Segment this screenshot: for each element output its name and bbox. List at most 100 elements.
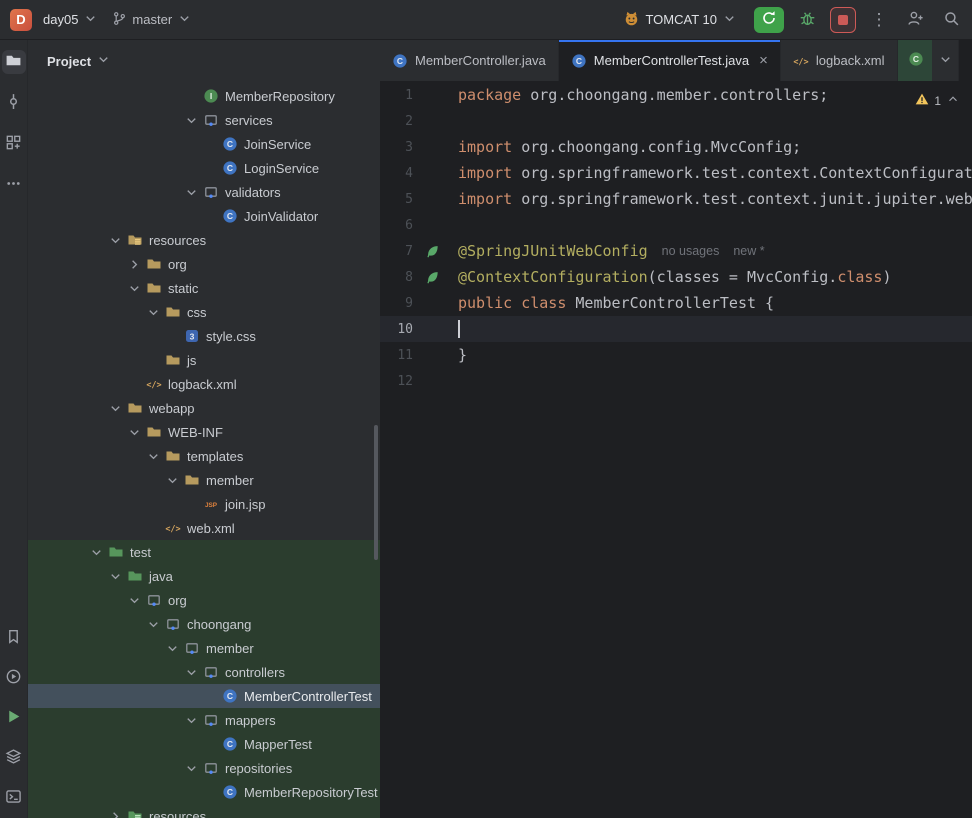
code-text: package org.choongang.member.controllers… [458, 86, 829, 104]
project-selector[interactable]: day05 [36, 7, 105, 33]
tree-item-mappers[interactable]: mappers [28, 708, 380, 732]
tool-window-button-project[interactable] [1, 50, 26, 74]
editor-tab-logback-xml[interactable]: </> logback.xml [780, 40, 898, 81]
chevron-right-icon[interactable] [108, 808, 127, 818]
code-with-me-button[interactable] [902, 7, 928, 33]
code-line-10[interactable]: 10 [380, 316, 972, 342]
chevron-down-icon[interactable] [146, 304, 165, 320]
chevron-right-icon[interactable] [127, 256, 146, 272]
package-icon [203, 184, 219, 200]
tree-item-js[interactable]: js [28, 348, 380, 372]
code-line-11[interactable]: 11} [380, 342, 972, 368]
chevron-down-icon[interactable] [108, 232, 127, 248]
tree-item-choongang[interactable]: choongang [28, 612, 380, 636]
stop-button[interactable] [830, 6, 856, 33]
tree-item-label: join.jsp [225, 496, 266, 512]
tree-item-member[interactable]: member [28, 468, 380, 492]
tree-item-joinvalidator[interactable]: C JoinValidator [28, 204, 380, 228]
tool-window-button-terminal[interactable] [2, 786, 26, 810]
run-configuration-selector[interactable]: TOMCAT 10 [616, 6, 744, 34]
inspection-widget[interactable]: 1 [911, 90, 964, 111]
chevron-down-icon[interactable] [165, 472, 184, 488]
chevron-down-icon[interactable] [89, 544, 108, 560]
rerun-button[interactable] [754, 6, 784, 33]
hidden-tabs-button[interactable] [932, 40, 958, 81]
chevron-down-icon[interactable] [184, 112, 203, 128]
tree-item-validators[interactable]: validators [28, 180, 380, 204]
code-line-4[interactable]: 4 import org.springframework.test.context… [380, 160, 972, 186]
chevron-down-icon[interactable] [146, 448, 165, 464]
tree-item-templates[interactable]: templates [28, 444, 380, 468]
tree-item-membercontrollertest[interactable]: C MemberControllerTest [28, 684, 380, 708]
tool-window-button-bookmarks[interactable] [2, 626, 26, 650]
commit-icon [5, 93, 22, 113]
search-everywhere-button[interactable] [938, 7, 964, 33]
code-line-9[interactable]: 9 public class MemberControllerTest { [380, 290, 972, 316]
tool-window-button-build[interactable] [2, 746, 26, 770]
package-icon [203, 664, 219, 680]
chevron-down-icon[interactable] [165, 640, 184, 656]
tree-item-join-jsp[interactable]: JSP join.jsp [28, 492, 380, 516]
chevron-down-icon[interactable] [184, 184, 203, 200]
spring-bean-gutter-icon[interactable] [413, 244, 458, 259]
overflow-tab[interactable]: C [898, 40, 932, 81]
code-line-5[interactable]: 5 import org.springframework.test.context… [380, 186, 972, 212]
project-panel-header[interactable]: Project [28, 40, 380, 82]
tree-item-mappertest[interactable]: C MapperTest [28, 732, 380, 756]
chevron-down-icon[interactable] [184, 664, 203, 680]
chevron-down-icon[interactable] [108, 568, 127, 584]
services-icon [5, 668, 22, 688]
tree-item-logback-xml[interactable]: </> logback.xml [28, 372, 380, 396]
tree-item-web-xml[interactable]: </> web.xml [28, 516, 380, 540]
tree-item-member[interactable]: member [28, 636, 380, 660]
tool-window-button-run[interactable] [2, 706, 26, 730]
chevron-down-icon[interactable] [184, 760, 203, 776]
chevron-down-icon [722, 11, 737, 29]
code-line-12[interactable]: 12 [380, 368, 972, 394]
tree-item-services[interactable]: services [28, 108, 380, 132]
chevron-down-icon[interactable] [127, 592, 146, 608]
tool-window-button-services[interactable] [2, 666, 26, 690]
chevron-down-icon[interactable] [127, 424, 146, 440]
tool-window-button-more-tool-windows[interactable] [2, 173, 26, 197]
chevron-down-icon[interactable] [108, 400, 127, 416]
chevron-down-icon[interactable] [146, 616, 165, 632]
chevron-down-icon[interactable] [127, 280, 146, 296]
code-editor[interactable]: 1 package org.choongang.member.controller… [380, 82, 972, 394]
spring-bean-gutter-icon[interactable] [413, 270, 458, 285]
tree-item-org[interactable]: org [28, 588, 380, 612]
tree-item-memberrepository[interactable]: I MemberRepository [28, 84, 380, 108]
tree-item-webapp[interactable]: webapp [28, 396, 380, 420]
editor-tab-membercontroller-java[interactable]: C MemberController.java [380, 40, 559, 81]
code-line-7[interactable]: 7 @SpringJUnitWebConfig no usages new * [380, 238, 972, 264]
branch-selector[interactable]: master [105, 7, 199, 33]
tree-item-java[interactable]: java [28, 564, 380, 588]
tree-item-css[interactable]: css [28, 300, 380, 324]
more-actions-button[interactable]: ⋮ [866, 7, 892, 33]
code-line-1[interactable]: 1 package org.choongang.member.controller… [380, 82, 972, 108]
code-line-6[interactable]: 6 [380, 212, 972, 238]
tree-item-resources[interactable]: resources [28, 804, 380, 818]
tree-item-controllers[interactable]: controllers [28, 660, 380, 684]
code-line-8[interactable]: 8 @ContextConfiguration (classes = MvcConf… [380, 264, 972, 290]
tool-window-button-structure[interactable] [2, 132, 26, 156]
editor-tab-membercontrollertest-java[interactable]: C MemberControllerTest.java × [558, 40, 781, 81]
tree-item-joinservice[interactable]: C JoinService [28, 132, 380, 156]
chevron-down-icon[interactable] [184, 712, 203, 728]
tree-item-web-inf[interactable]: WEB-INF [28, 420, 380, 444]
tree-item-memberrepositorytest[interactable]: C MemberRepositoryTest [28, 780, 380, 804]
tree-item-loginservice[interactable]: C LoginService [28, 156, 380, 180]
debug-button[interactable] [794, 7, 820, 33]
code-line-2[interactable]: 2 [380, 108, 972, 134]
tree-item-style-css[interactable]: 3 style.css [28, 324, 380, 348]
tree-item-test[interactable]: test [28, 540, 380, 564]
tool-window-button-commit[interactable] [2, 91, 26, 115]
line-number: 8 [405, 269, 413, 285]
tree-item-resources[interactable]: resources [28, 228, 380, 252]
tree-scrollbar[interactable] [374, 425, 378, 560]
tree-item-static[interactable]: static [28, 276, 380, 300]
close-tab-icon[interactable]: × [759, 53, 768, 68]
code-line-3[interactable]: 3 import org.choongang.config.MvcConfig; [380, 134, 972, 160]
tree-item-org[interactable]: org [28, 252, 380, 276]
tree-item-repositories[interactable]: repositories [28, 756, 380, 780]
